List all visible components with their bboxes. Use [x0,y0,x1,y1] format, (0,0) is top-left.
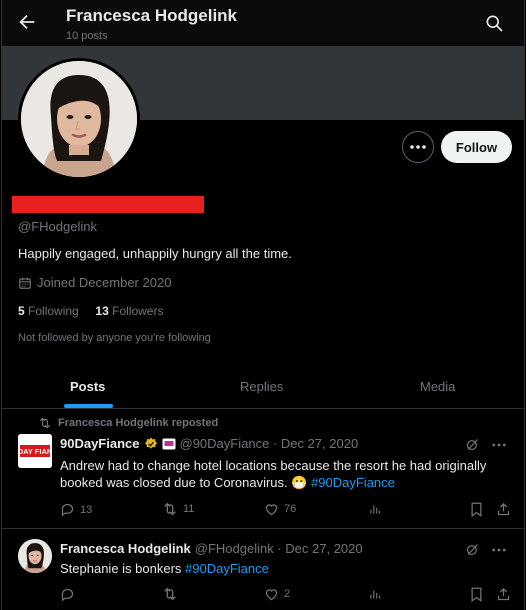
repost-label: Francesca Hodgelink reposted [58,417,219,429]
reply-icon [61,503,74,517]
share-button[interactable] [496,587,511,602]
share-icon [497,502,510,516]
joined-text: Joined December 2020 [37,275,172,290]
followers-label: Followers [112,304,164,318]
grok-icon[interactable] [465,542,480,557]
profile-bio: Happily engaged, unhappily hungry all th… [18,246,292,261]
bookmark-icon [471,502,482,517]
followers-count: 13 [95,304,109,318]
profile-page: Francesca Hodgelink 10 posts Follow @FHo… [1,0,525,610]
post-text: Stephanie is bonkers #90DayFiance [60,560,510,577]
following-count: 5 [18,304,25,318]
follow-counts: 5 Following 13 Followers [18,304,163,318]
post-meta: @FHodgelink · Dec 27, 2020 [194,541,363,556]
post-more-icon[interactable] [492,548,506,552]
more-dots-icon [410,145,426,149]
repost-button[interactable]: 11 [162,502,194,516]
top-bar: Francesca Hodgelink 10 posts [2,0,524,46]
post-author-name[interactable]: Francesca Hodgelink [60,541,191,556]
repost-count: 11 [183,503,195,515]
more-options-button[interactable] [402,131,434,163]
post-text: Andrew had to change hotel locations bec… [60,457,510,491]
bookmark-button[interactable] [470,502,483,517]
grok-icon[interactable] [465,437,480,452]
post-more-icon[interactable] [492,443,506,447]
post-actions: 2 [60,587,514,605]
bookmark-button[interactable] [470,587,483,602]
reply-button[interactable] [60,587,80,602]
bookmark-icon [471,587,482,602]
views-button[interactable] [368,587,382,601]
tab-replies[interactable]: Replies [240,379,283,394]
tab-media[interactable]: Media [420,379,455,394]
avatar-logo-text: 90 DAY FIANCÉ [18,447,52,456]
search-icon[interactable] [484,13,504,33]
post-body: Stephanie is bonkers [60,561,186,576]
profile-tabs: Posts Replies Media [2,366,524,409]
post-count: 10 posts [66,30,108,42]
follow-button[interactable]: Follow [441,131,512,163]
reply-button[interactable]: 13 [60,502,92,517]
post-header: Francesca Hodgelink @FHodgelink · Dec 27… [60,541,363,556]
views-chart-icon [370,505,381,514]
like-count: 2 [284,588,291,600]
following-label: Following [28,304,79,318]
post-author-name[interactable]: 90DayFiance [60,436,140,451]
post-item[interactable]: Francesca Hodgelink reposted 90 DAY FIAN… [2,410,524,529]
like-button[interactable]: 2 [264,587,290,601]
post-body: Andrew had to change hotel locations bec… [60,458,487,490]
repost-indicator: Francesca Hodgelink reposted [38,417,218,429]
back-arrow-icon[interactable] [16,11,38,33]
post-author-avatar[interactable] [18,539,52,573]
views-chart-icon [370,590,381,599]
following-link[interactable]: 5 Following [18,304,79,318]
post-top-actions [465,542,506,557]
post-item[interactable]: Francesca Hodgelink @FHodgelink · Dec 27… [2,530,524,610]
heart-icon [265,504,278,516]
profile-handle: @FHodgelink [18,219,97,234]
reply-count: 13 [80,503,93,516]
post-header: 90DayFiance @90DayFiance · Dec 27, 2020 [60,436,358,451]
followers-link[interactable]: 13 Followers [95,304,163,318]
post-meta: @90DayFiance · Dec 27, 2020 [179,436,359,451]
post-top-actions [465,437,506,452]
active-tab-indicator [64,404,113,408]
post-hashtag[interactable]: #90DayFiance [311,475,395,490]
redacted-display-name [12,196,204,213]
affiliate-badge-icon [162,438,176,450]
joined-date: Joined December 2020 [18,275,171,290]
share-icon [497,587,510,601]
like-button[interactable]: 76 [264,502,296,516]
profile-avatar[interactable] [18,58,140,180]
post-actions: 13 11 76 [60,502,514,520]
not-followed-notice: Not followed by anyone you're following [18,332,211,344]
repost-icon [164,587,176,601]
like-count: 76 [284,503,297,515]
repost-icon [164,502,176,516]
share-button[interactable] [496,502,511,517]
heart-icon [265,589,278,601]
verified-badge-icon [144,437,158,451]
post-hashtag[interactable]: #90DayFiance [185,561,269,576]
page-title: Francesca Hodgelink [66,6,238,25]
repost-button[interactable] [162,587,183,601]
post-author-avatar[interactable]: 90 DAY FIANCÉ [18,434,52,468]
repost-icon [38,417,52,429]
calendar-icon [18,276,32,290]
reply-icon [61,588,74,602]
views-button[interactable] [368,502,382,516]
tab-posts[interactable]: Posts [70,379,105,394]
